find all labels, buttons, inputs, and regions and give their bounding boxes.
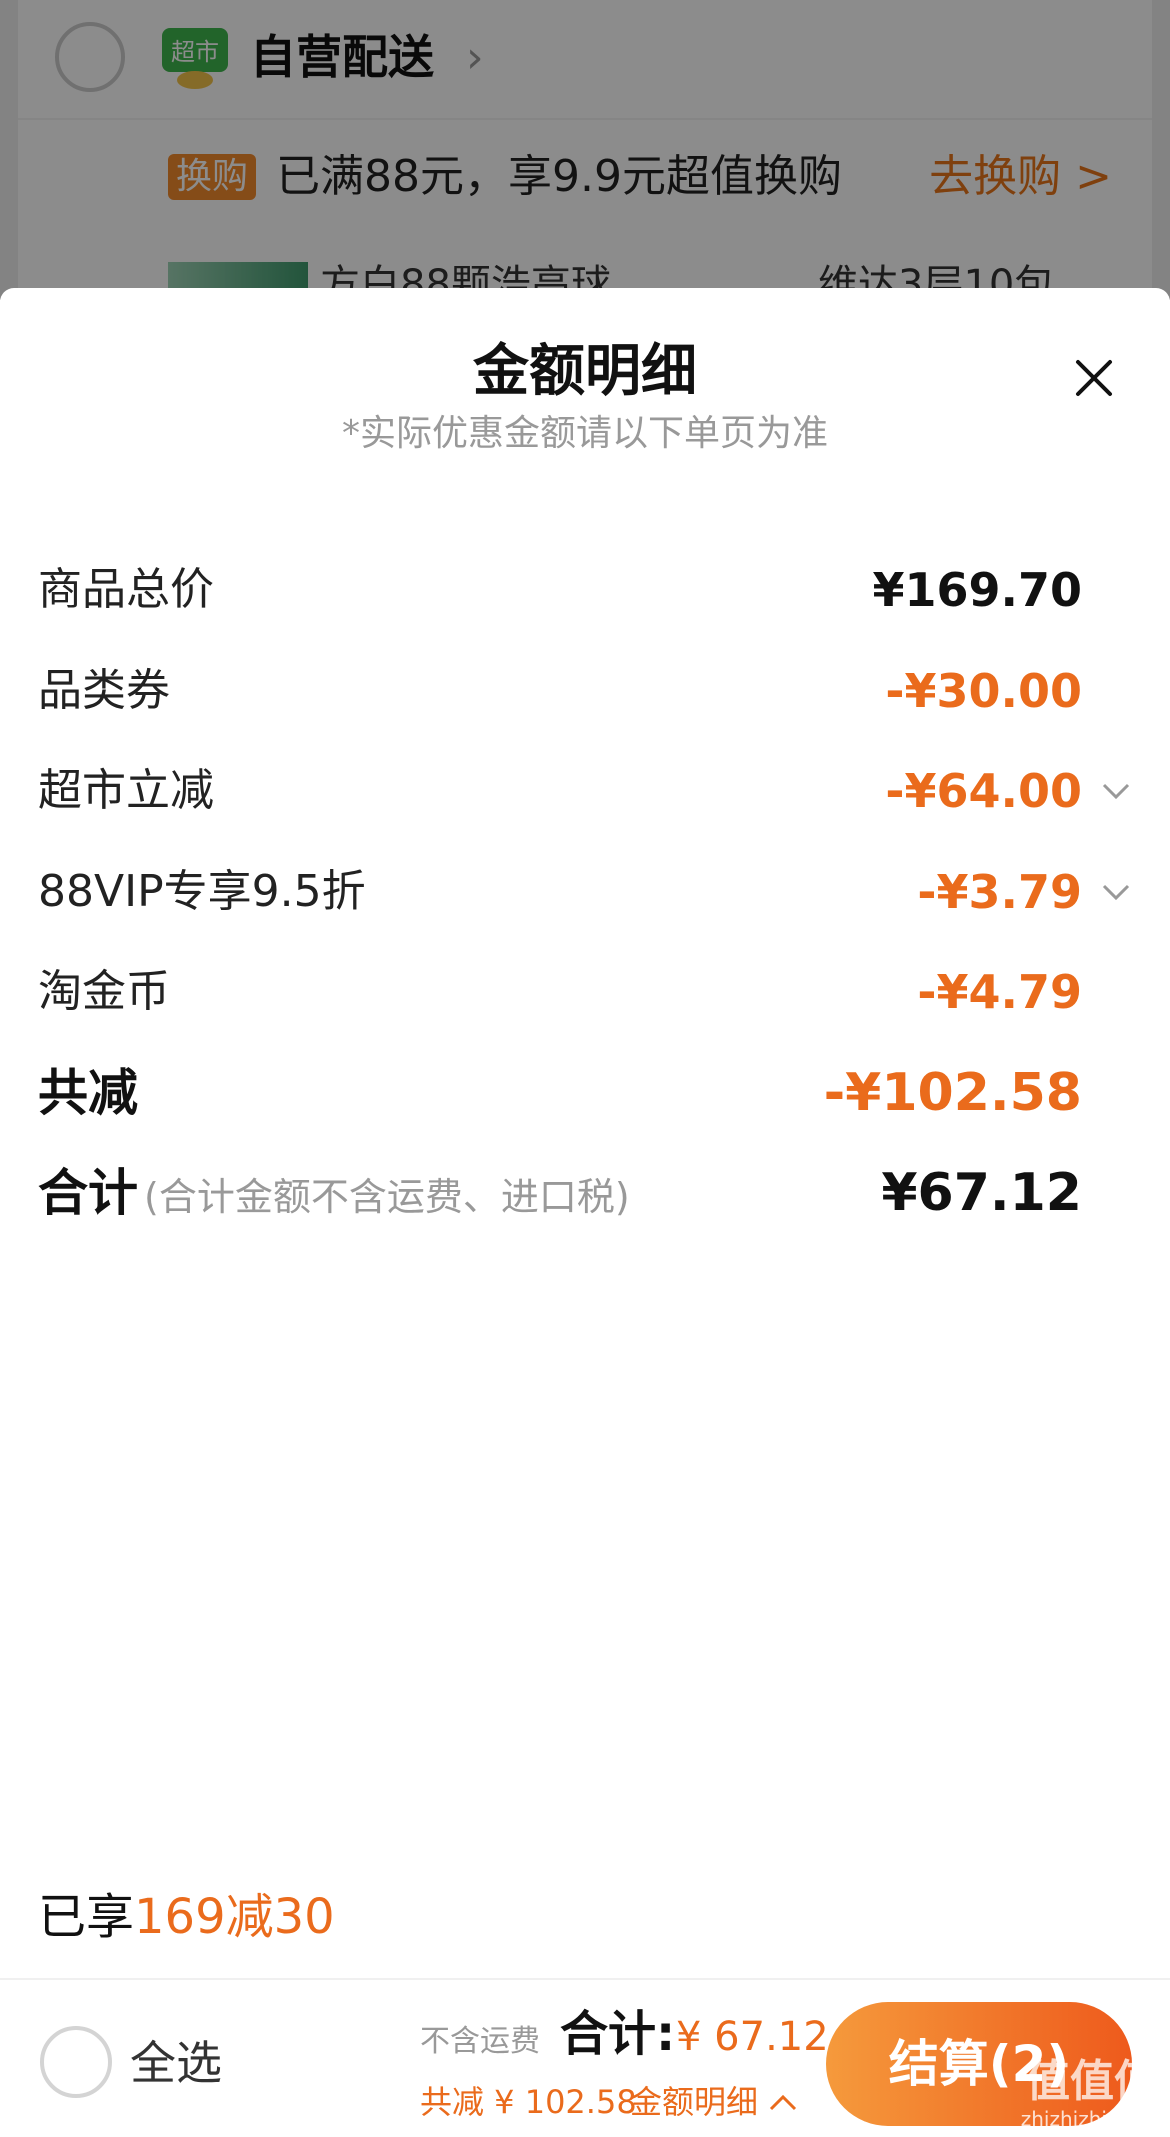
row-item-total: 商品总价 ¥169.70 [0,550,1170,630]
promo-highlight: 169减30 [134,1889,335,1945]
background-cart-page: 超市 自营配送 › 换购 已满88元，享9.9元超值换购 去换购 > 方白88颗… [0,0,1170,300]
saved-amount: 共减 ¥ 102.58 [420,2083,637,2121]
chevron-down-icon[interactable] [1098,874,1134,910]
row-label: 88VIP专享9.5折 [38,866,366,917]
row-taojinbi: 淘金币 -¥4.79 [0,952,1170,1032]
sheet-title: 金额明细 [473,339,697,404]
row-total-reduction: 共减 -¥102.58 [0,1053,1170,1133]
select-all-label[interactable]: 全选 [130,2032,222,2094]
row-value: -¥30.00 [885,664,1082,718]
row-value: ¥169.70 [872,563,1082,617]
row-value: -¥4.79 [917,965,1082,1019]
select-all-checkbox[interactable] [40,2026,112,2098]
watermark: 值值值 [1026,2056,1158,2107]
modal-backdrop[interactable] [0,0,1170,300]
row-value: -¥64.00 [885,764,1082,818]
row-label: 品类券 [38,665,170,716]
row-label: 超市立减 [38,765,214,816]
row-label: 合计 (合计金额不含运费、进口税) [38,1153,630,1237]
checkout-bar: 全选 不含运费 合计: ¥ 67.12 共减 ¥ 102.58 金额明细 结算(… [0,1978,1170,2137]
total-value: ¥ 67.12 [676,2014,829,2060]
row-value: -¥102.58 [823,1063,1082,1123]
shipping-note: 不含运费 [420,2024,540,2059]
amount-detail-link[interactable]: 金额明细 [630,2080,758,2124]
promo-text: 已享169减30 [38,1885,335,1949]
row-label: 共减 [38,1064,138,1122]
row-supermarket-discount[interactable]: 超市立减 -¥64.00 [0,751,1170,831]
chevron-down-icon[interactable] [1098,773,1134,809]
chevron-up-icon[interactable] [768,2092,798,2112]
total-label: 合计: [560,2006,676,2062]
watermark-url: zhizhizhi.com [1020,2107,1156,2131]
row-88vip-discount[interactable]: 88VIP专享9.5折 -¥3.79 [0,852,1170,932]
row-label: 淘金币 [38,966,170,1017]
total-note: (合计金额不含运费、进口税) [144,1175,630,1219]
row-category-coupon: 品类券 -¥30.00 [0,651,1170,731]
total-label: 合计 [38,1164,138,1222]
row-label: 商品总价 [38,564,214,615]
row-grand-total: 合计 (合计金额不含运费、进口税) ¥67.12 [0,1153,1170,1233]
amount-detail-sheet: 金额明细 *实际优惠金额请以下单页为准 商品总价 ¥169.70 品类券 -¥3… [0,288,1170,2137]
row-value: ¥67.12 [881,1163,1082,1223]
promo-prefix: 已享 [38,1889,135,1945]
close-icon[interactable] [1064,348,1124,408]
row-value: -¥3.79 [917,865,1082,919]
sheet-subtitle: *实际优惠金额请以下单页为准 [341,413,828,454]
